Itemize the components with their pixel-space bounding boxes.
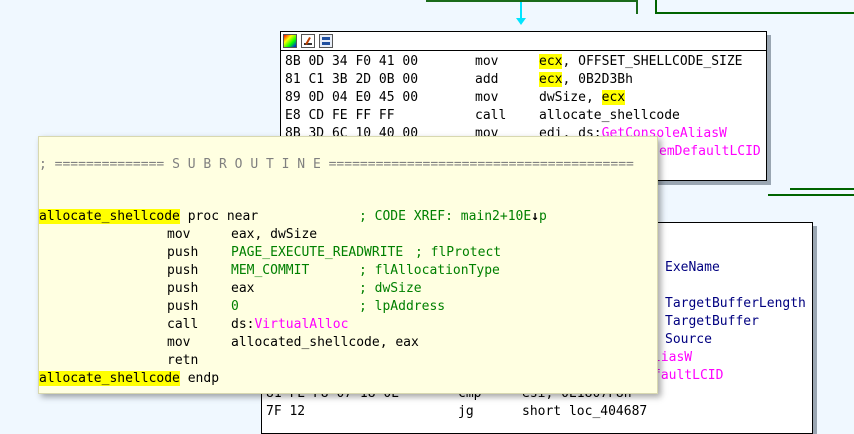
operand-text: PAGE_EXECUTE_READWRITE [231,245,404,260]
subroutine-hint-popup: ; ============== S U B R O U T I N E ===… [38,136,658,394]
instruction-row: push eax ; dwSize [167,280,422,298]
mnemonic: push [167,245,199,260]
proc-end: allocate_shellcode endp [39,371,220,386]
register-highlight: ecx [539,54,563,69]
opcode-bytes: 8B 0D 34 F0 41 00 [285,54,419,69]
mnemonic: jg [458,404,474,419]
mnemonic: mov [167,227,191,242]
mnemonic: add [475,72,499,87]
instruction-row: mov eax, dwSize [167,226,317,244]
edge-green-top-right-v [655,0,657,14]
import-name: VirtualAlloc [254,317,349,332]
instruction-row: push MEM_COMMIT ; flAllocationType [167,262,500,280]
operand-text: dwSize, [539,90,602,105]
import-name-partial[interactable]: liasW [653,349,692,367]
comment-text: ; lpAddress [359,299,446,314]
mnemonic: call [475,108,507,123]
operand-text: eax [231,281,255,296]
operand-text: , 0B2D3Bh [562,72,633,87]
operand-text: 0 [231,299,239,314]
instruction-row: retn [167,352,198,370]
mouse-cursor-icon: ↓ [531,209,540,224]
instruction-row: push 0 ; lpAddress [167,298,445,316]
operand-text: allocated_shellcode, eax [231,335,419,350]
instruction-row: mov allocated_shellcode, eax [167,334,419,352]
edge-top-horizontal [426,0,638,2]
arg-label-targetbufferlength: TargetBufferLength [665,296,806,311]
xref-comment: ; CODE XREF: main2+10E↓p [359,209,547,224]
instruction-row: call ds:VirtualAlloc [167,316,348,334]
operand-text: , OFFSET_SHELLCODE_SIZE [562,54,743,69]
opcode-bytes: 81 C1 3B 2D 0B 00 [285,72,419,87]
operand-text: MEM_COMMIT [231,263,310,278]
instruction-row: push PAGE_EXECUTE_READWRITE ; flProtect [167,244,501,262]
import-name-partial[interactable]: emDefaultLCID [659,143,761,161]
mnemonic: mov [475,54,499,69]
graph-overview-icon[interactable] [319,34,333,48]
mnemonic: mov [167,335,191,350]
opcode-bytes: E8 CD FE FF FF [285,108,395,123]
proc-name-highlight: allocate_shellcode [39,209,180,224]
comment-text: ; flAllocationType [359,263,500,278]
arg-label-source: Source [665,332,712,347]
mnemonic: push [167,299,199,314]
comment-text: ; flProtect [415,245,502,260]
edge-green-mid [768,194,854,196]
operand-text: eax, dwSize [231,227,318,242]
edge-green-mid-2 [790,188,854,190]
mnemonic: mov [475,90,499,105]
subroutine-separator: ; ============== S U B R O U T I N E ===… [39,157,634,172]
edge-green-top-right [655,12,854,14]
register-highlight: ecx [539,72,563,87]
mnemonic: push [167,263,199,278]
operand-text: ds: [231,317,255,332]
arg-label-targetbuffer: TargetBuffer [665,314,759,329]
mnemonic: push [167,281,199,296]
import-name-partial[interactable]: faultLCID [653,367,723,385]
edge-cyan-arrowhead [516,18,526,25]
color-palette-icon[interactable] [283,34,297,48]
node-toolbar [281,32,766,51]
mnemonic: call [167,317,199,332]
edge-green-vertical [636,0,638,14]
operand-text[interactable]: allocate_shellcode [539,107,680,125]
edge-cyan-vertical [520,0,522,20]
opcode-bytes: 89 0D 04 E0 45 00 [285,90,419,105]
proc-name-highlight: allocate_shellcode [39,371,180,386]
proc-declaration: allocate_shellcode proc near [39,209,259,224]
edit-node-icon[interactable] [301,34,315,48]
opcode-bytes: 7F 12 [266,404,306,419]
register-highlight: ecx [601,90,626,105]
operand-text[interactable]: short loc_404687 [522,403,647,421]
arg-label-exename: ExeName [665,260,720,275]
comment-text: ; dwSize [359,281,422,296]
mnemonic: retn [167,353,199,368]
